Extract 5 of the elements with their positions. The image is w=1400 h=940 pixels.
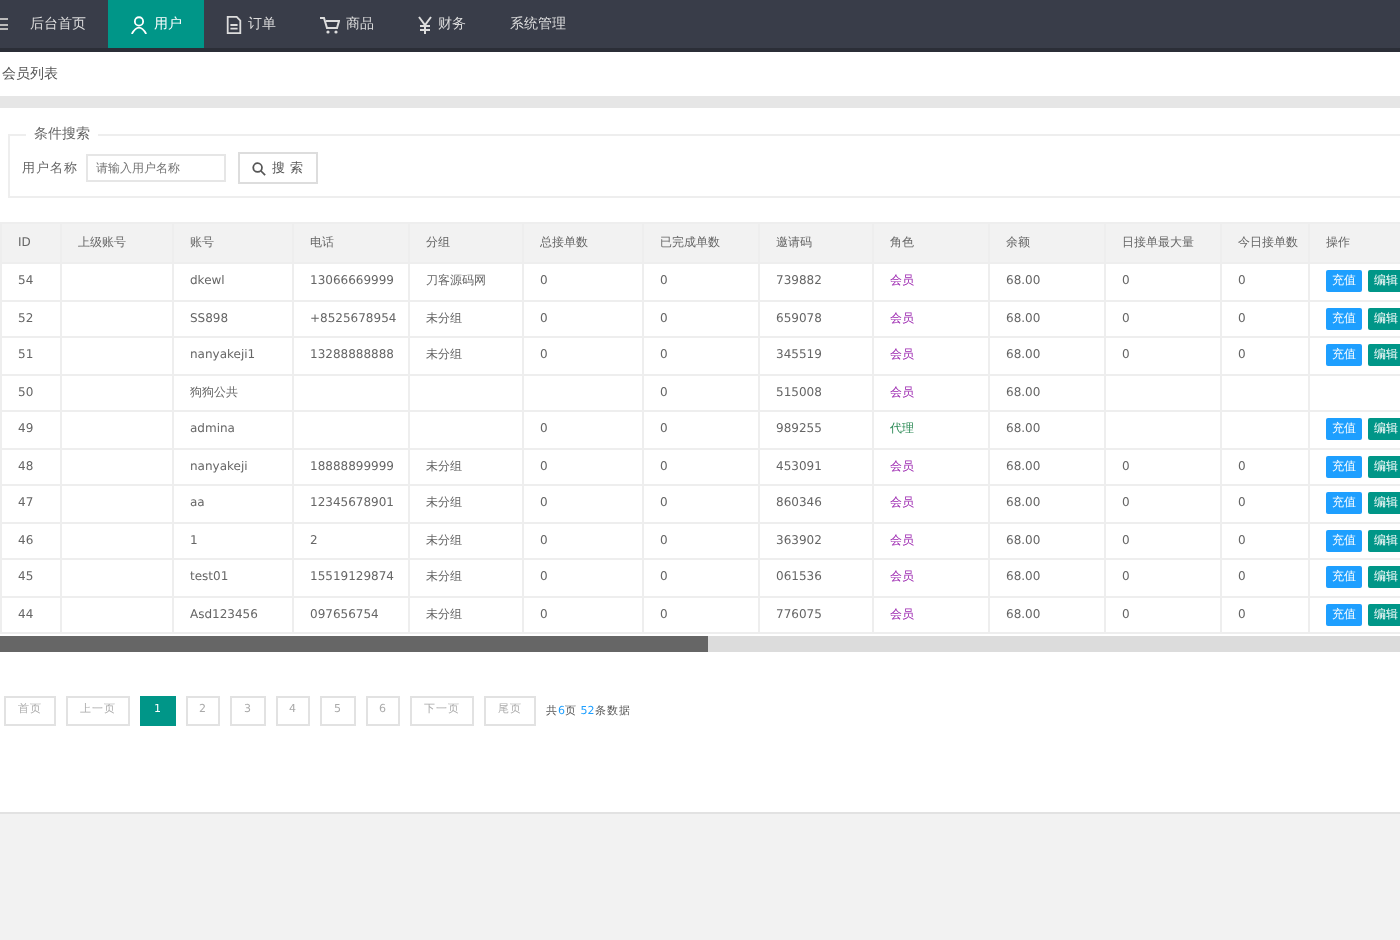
cart-icon bbox=[320, 15, 340, 33]
yen-icon bbox=[418, 15, 432, 33]
user-icon bbox=[130, 15, 148, 33]
search-icon bbox=[252, 161, 266, 175]
document-icon bbox=[226, 15, 242, 33]
